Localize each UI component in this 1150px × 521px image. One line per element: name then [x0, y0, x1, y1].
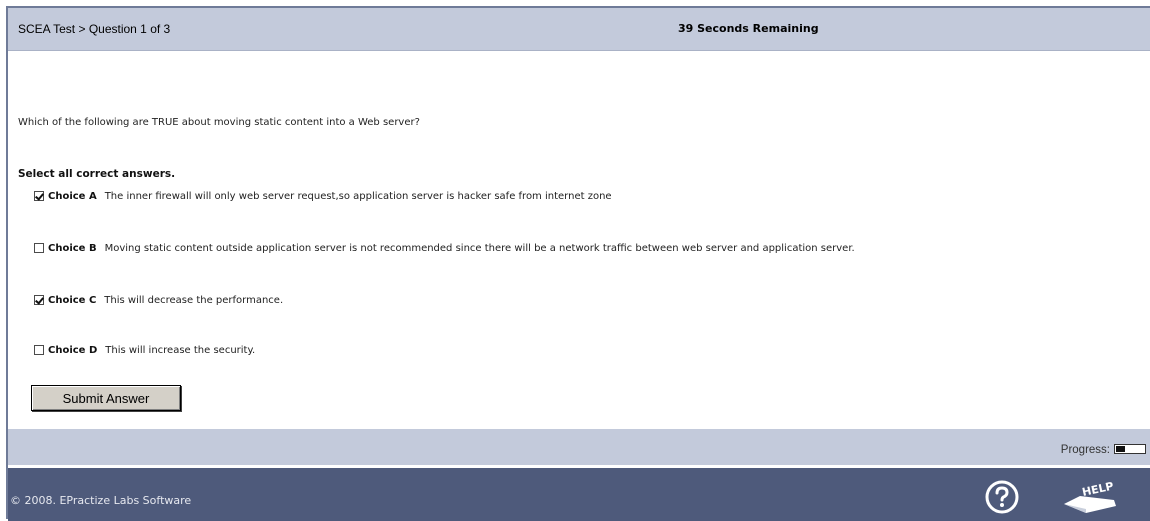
- choice-c[interactable]: Choice C This will decrease the performa…: [34, 292, 283, 308]
- progress-fill: [1116, 446, 1126, 452]
- choice-a-label[interactable]: Choice A: [48, 191, 97, 202]
- choice-b-text: Moving static content outside applicatio…: [104, 242, 855, 254]
- choice-a[interactable]: Choice A The inner firewall will only we…: [34, 188, 612, 204]
- choice-d-text: This will increase the security.: [105, 344, 256, 356]
- choice-c-checkbox[interactable]: [34, 295, 44, 305]
- progress-label: Progress:: [1060, 444, 1110, 456]
- progress-bar: [1114, 444, 1146, 454]
- choice-a-text: The inner firewall will only web server …: [104, 190, 612, 202]
- progress-row: Progress:: [8, 429, 1150, 465]
- choice-a-checkbox[interactable]: [34, 191, 44, 201]
- question-text: Which of the following are TRUE about mo…: [18, 117, 420, 128]
- answer-instructions: Select all correct answers.: [18, 168, 176, 180]
- choice-b-checkbox[interactable]: [34, 243, 44, 253]
- submit-answer-button[interactable]: Submit Answer: [31, 385, 181, 411]
- help-badge-text: HELP: [1081, 480, 1115, 499]
- choice-b-label[interactable]: Choice B: [48, 243, 97, 254]
- header-bar: SCEA Test > Question 1 of 3 39 Seconds R…: [8, 8, 1150, 51]
- choice-c-text: This will decrease the performance.: [104, 294, 284, 306]
- breadcrumb: SCEA Test > Question 1 of 3: [18, 22, 171, 36]
- time-remaining: 39 Seconds Remaining: [678, 22, 819, 35]
- choice-b[interactable]: Choice B Moving static content outside a…: [34, 240, 855, 256]
- copyright-text: © 2008. EPractize Labs Software: [10, 494, 192, 507]
- quiz-window: SCEA Test > Question 1 of 3 39 Seconds R…: [6, 6, 1150, 521]
- help-badge-icon[interactable]: HELP: [1062, 480, 1118, 514]
- choice-d-label[interactable]: Choice D: [48, 345, 97, 356]
- question-circle-icon[interactable]: [984, 479, 1020, 515]
- choice-d-checkbox[interactable]: [34, 345, 44, 355]
- choice-c-label[interactable]: Choice C: [48, 295, 96, 306]
- footer-bar: © 2008. EPractize Labs Software HELP: [8, 468, 1150, 521]
- choice-d[interactable]: Choice D This will increase the security…: [34, 342, 255, 358]
